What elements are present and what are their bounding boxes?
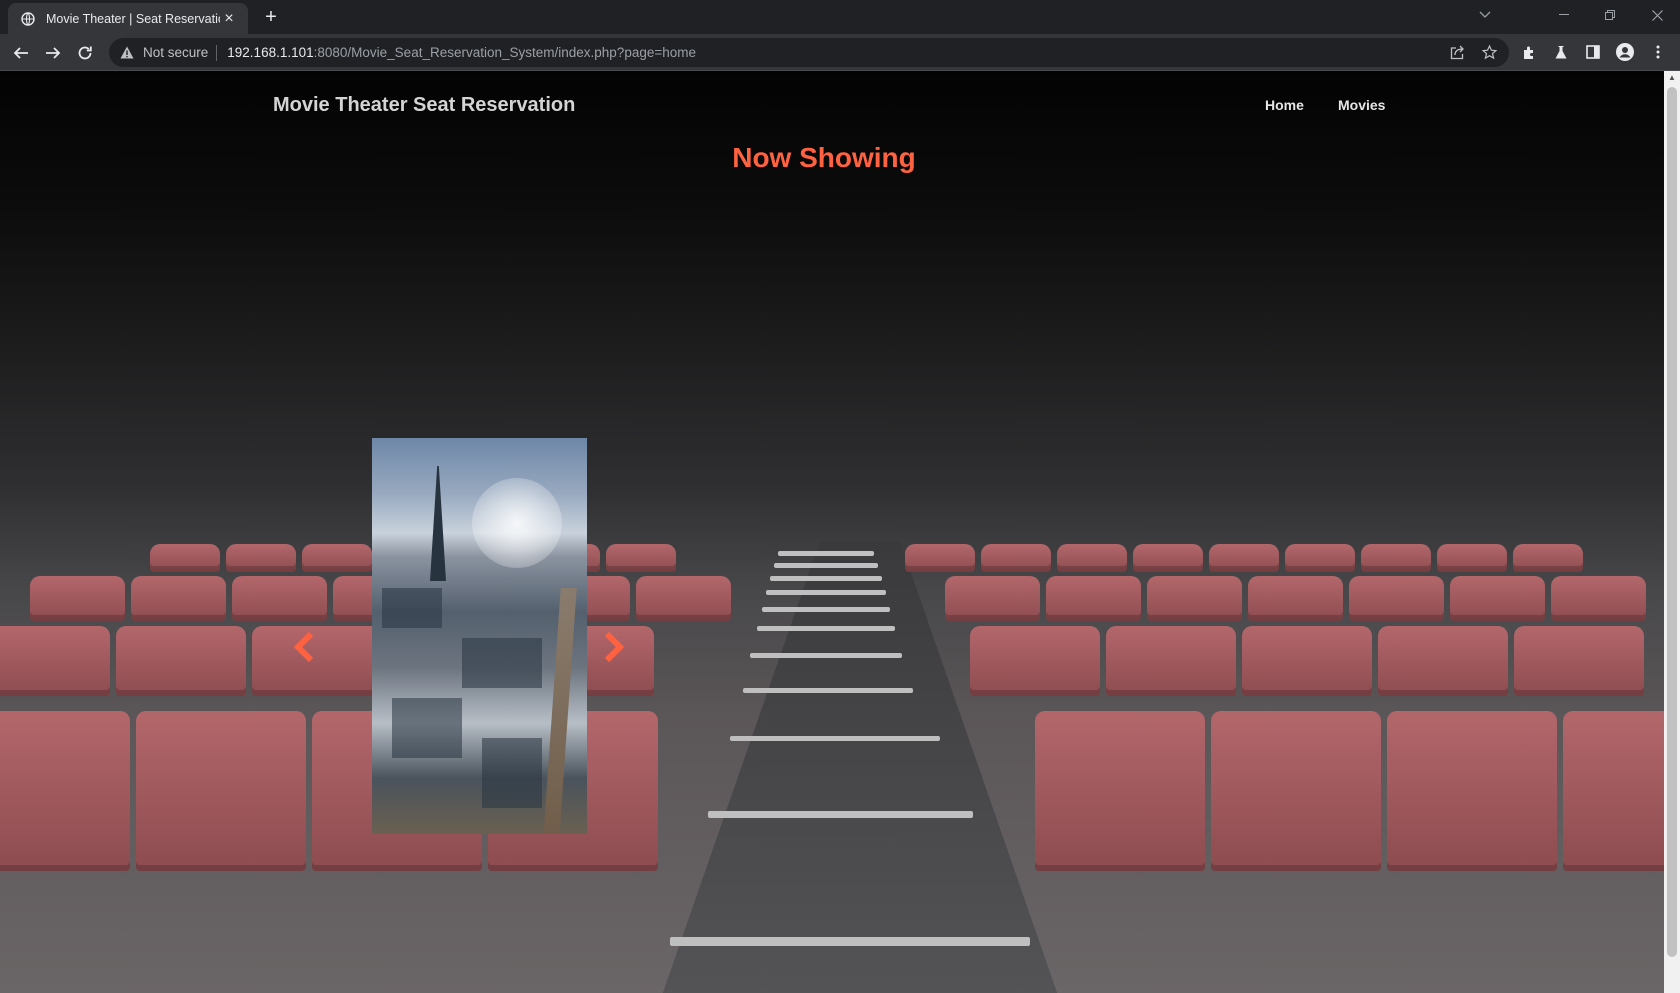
reload-icon[interactable] [71,39,99,67]
back-icon[interactable] [7,39,35,67]
browser-toolbar: Not secure 192.168.1.101 :8080/Movie_Sea… [0,34,1680,71]
side-panel-icon[interactable] [1579,38,1607,66]
address-bar[interactable]: Not secure 192.168.1.101 :8080/Movie_Sea… [109,38,1509,67]
nav-home[interactable]: Home [1265,97,1304,113]
close-window-icon[interactable] [1634,0,1680,30]
site-title[interactable]: Movie Theater Seat Reservation [273,94,575,117]
url-host: 192.168.1.101 [227,45,314,60]
nav-movies[interactable]: Movies [1338,97,1385,113]
profile-avatar-icon[interactable] [1611,38,1639,66]
url-path: :8080/Movie_Seat_Reservation_System/inde… [313,45,697,60]
labs-flask-icon[interactable] [1547,38,1575,66]
menu-kebab-icon[interactable] [1644,38,1672,66]
tab-title: Movie Theater | Seat Reservation [46,11,220,26]
scroll-up-icon[interactable]: ▲ [1667,73,1677,82]
tab-search-icon[interactable] [1462,0,1508,30]
now-showing-heading: Now Showing [732,142,916,173]
extensions-icon[interactable] [1515,38,1543,66]
share-icon[interactable] [1443,38,1471,66]
browser-tab-bar: Movie Theater | Seat Reservation × + [0,0,1680,34]
scrollbar-thumb[interactable] [1667,87,1677,957]
omnibox-separator [216,44,218,61]
minimize-icon[interactable] [1541,0,1587,30]
eiffel-tower-image [430,466,446,581]
warning-icon[interactable] [119,45,135,61]
chevron-left-icon[interactable] [289,629,319,665]
page-scrollbar[interactable]: ▲ [1664,71,1680,993]
not-secure-label[interactable]: Not secure [143,45,208,60]
restore-icon[interactable] [1587,0,1633,30]
forward-icon[interactable] [39,39,67,67]
page-viewport: Movie Theater Seat Reservation Home Movi… [0,71,1664,993]
movie-poster[interactable] [372,438,587,834]
bookmark-star-icon[interactable] [1475,38,1503,66]
close-tab-icon[interactable]: × [220,10,238,28]
globe-icon [20,11,36,27]
new-tab-button[interactable]: + [259,5,283,29]
browser-tab[interactable]: Movie Theater | Seat Reservation × [8,3,248,34]
chevron-right-icon[interactable] [599,629,629,665]
